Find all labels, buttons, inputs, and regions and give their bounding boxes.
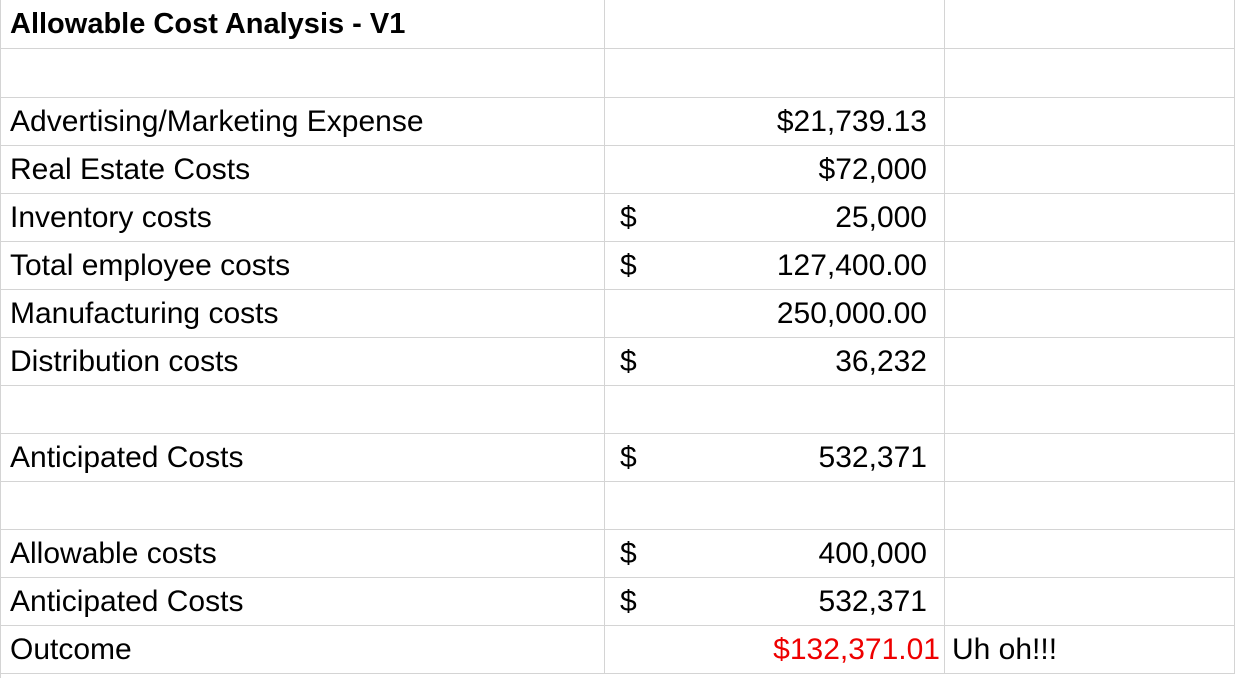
cell-empty[interactable] [0, 482, 605, 529]
cell-empty[interactable] [945, 578, 1235, 625]
sheet-row-item: Distribution costs $ 36,232 [0, 338, 1235, 386]
comparison-label: Anticipated Costs [10, 584, 244, 618]
cell-amount[interactable]: $ 532,371 [605, 434, 945, 481]
cell-label[interactable]: Advertising/Marketing Expense [0, 98, 605, 145]
anticipated-label: Anticipated Costs [10, 440, 244, 474]
item-label: Advertising/Marketing Expense [10, 104, 424, 138]
sheet-row-item: Advertising/Marketing Expense $21,739.13 [0, 98, 1235, 146]
cell-label[interactable]: Allowable costs [0, 530, 605, 577]
cell-amount[interactable]: $72,000 [605, 146, 945, 193]
outcome-label: Outcome [10, 632, 132, 666]
cell-empty[interactable] [945, 0, 1235, 48]
item-amount: 25,000 [835, 200, 927, 234]
currency-symbol: $ [620, 200, 637, 234]
cell-empty[interactable] [605, 49, 945, 97]
cell-label[interactable]: Total employee costs [0, 242, 605, 289]
item-label: Real Estate Costs [10, 152, 251, 186]
sheet-row-title: Allowable Cost Analysis - V1 [0, 0, 1235, 49]
item-amount: 36,232 [835, 344, 927, 378]
currency-symbol: $ [620, 344, 637, 378]
cell-empty[interactable] [0, 386, 605, 433]
outcome-amount: $132,371.01 [773, 632, 940, 666]
cell-label[interactable]: Inventory costs [0, 194, 605, 241]
cell-label[interactable]: Anticipated Costs [0, 434, 605, 481]
cell-amount[interactable]: $ 127,400.00 [605, 242, 945, 289]
spreadsheet-grid: Allowable Cost Analysis - V1 Advertising… [0, 0, 1235, 678]
cell-empty[interactable] [605, 482, 945, 529]
cell-label[interactable]: Distribution costs [0, 338, 605, 385]
cell-amount[interactable]: $132,371.01 [605, 626, 945, 673]
outcome-note: Uh oh!!! [952, 632, 1058, 666]
cell-label[interactable]: Anticipated Costs [0, 578, 605, 625]
cell-empty[interactable] [945, 194, 1235, 241]
comparison-label: Allowable costs [10, 536, 217, 570]
cell-empty[interactable] [945, 98, 1235, 145]
item-amount: $72,000 [818, 152, 927, 186]
anticipated-amount: 532,371 [818, 440, 927, 474]
sheet-row-item: Inventory costs $ 25,000 [0, 194, 1235, 242]
sheet-row-blank [0, 482, 1235, 530]
cell-empty[interactable] [945, 146, 1235, 193]
item-amount: 250,000.00 [776, 296, 927, 330]
cell-amount[interactable]: $ 36,232 [605, 338, 945, 385]
currency-symbol: $ [620, 584, 637, 618]
currency-symbol: $ [620, 440, 637, 474]
cell-empty[interactable] [0, 49, 605, 97]
sheet-row-item: Total employee costs $ 127,400.00 [0, 242, 1235, 290]
cell-label[interactable]: Outcome [0, 626, 605, 673]
cell-amount[interactable]: $ 400,000 [605, 530, 945, 577]
sheet-row-blank [0, 49, 1235, 98]
sheet-row-comparison: Anticipated Costs $ 532,371 [0, 578, 1235, 626]
cell-empty[interactable] [945, 434, 1235, 481]
cell-amount[interactable]: $ 532,371 [605, 578, 945, 625]
sheet-row-comparison: Allowable costs $ 400,000 [0, 530, 1235, 578]
cell-empty[interactable] [945, 338, 1235, 385]
currency-symbol: $ [620, 536, 637, 570]
cell-label[interactable]: Manufacturing costs [0, 290, 605, 337]
sheet-row-item: Manufacturing costs 250,000.00 [0, 290, 1235, 338]
sheet-row-outcome: Outcome $132,371.01 Uh oh!!! [0, 626, 1235, 674]
sheet-title: Allowable Cost Analysis - V1 [10, 7, 406, 40]
cell-empty[interactable] [605, 0, 945, 48]
cell-empty[interactable] [945, 49, 1235, 97]
item-amount: 127,400.00 [776, 248, 927, 282]
cell-title[interactable]: Allowable Cost Analysis - V1 [0, 0, 605, 48]
item-amount: $21,739.13 [776, 104, 927, 138]
cell-empty[interactable] [945, 242, 1235, 289]
cell-empty[interactable] [945, 386, 1235, 433]
item-label: Total employee costs [10, 248, 291, 282]
cell-amount[interactable]: 250,000.00 [605, 290, 945, 337]
comparison-amount: 532,371 [818, 584, 927, 618]
cell-empty[interactable] [945, 530, 1235, 577]
comparison-amount: 400,000 [818, 536, 927, 570]
item-label: Manufacturing costs [10, 296, 279, 330]
cell-amount[interactable]: $ 25,000 [605, 194, 945, 241]
cell-empty[interactable] [945, 482, 1235, 529]
item-label: Inventory costs [10, 200, 212, 234]
currency-symbol: $ [620, 248, 637, 282]
cell-empty[interactable] [605, 386, 945, 433]
cell-label[interactable]: Real Estate Costs [0, 146, 605, 193]
item-label: Distribution costs [10, 344, 239, 378]
cell-note[interactable]: Uh oh!!! [945, 626, 1235, 673]
sheet-row-item: Real Estate Costs $72,000 [0, 146, 1235, 194]
cell-amount[interactable]: $21,739.13 [605, 98, 945, 145]
sheet-row-blank [0, 386, 1235, 434]
cell-empty[interactable] [945, 290, 1235, 337]
sheet-row-anticipated: Anticipated Costs $ 532,371 [0, 434, 1235, 482]
